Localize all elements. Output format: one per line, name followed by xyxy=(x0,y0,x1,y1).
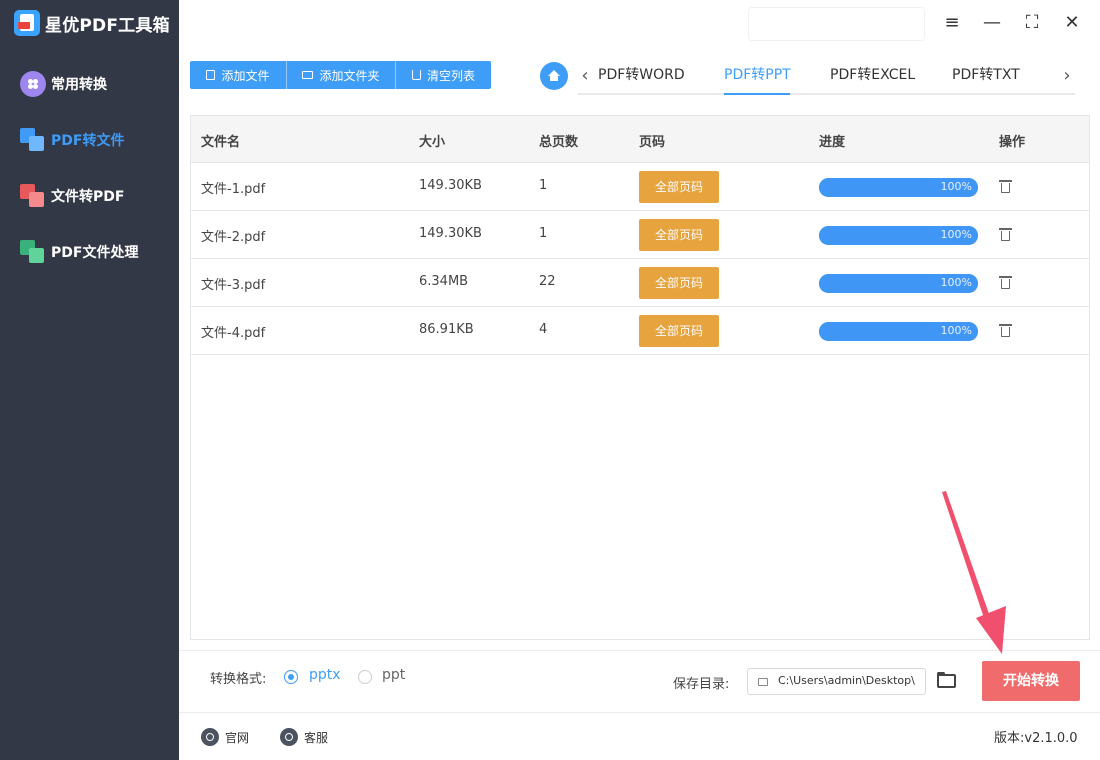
page-range-button[interactable]: 全部页码 xyxy=(639,219,719,251)
delete-icon[interactable] xyxy=(999,180,1012,193)
app-logo: 星优PDF工具箱 xyxy=(14,10,170,36)
sidebar-item-file-to-pdf[interactable]: 文件转PDF xyxy=(20,183,124,209)
cell-size: 6.34MB xyxy=(419,274,469,289)
sidebar-item-label: PDF文件处理 xyxy=(51,245,139,261)
minimize-icon[interactable]: — xyxy=(981,12,1003,34)
cell-size: 86.91KB xyxy=(419,322,474,337)
clear-list-button[interactable]: 清空列表 xyxy=(396,61,491,89)
sidebar-item-label: 文件转PDF xyxy=(51,189,125,205)
cell-filename: 文件-1.pdf xyxy=(201,182,266,197)
delete-icon[interactable] xyxy=(999,324,1012,337)
pdf-process-icon xyxy=(20,239,46,265)
radio-ppt[interactable] xyxy=(358,670,372,684)
tab-next-arrow[interactable]: › xyxy=(1059,64,1075,88)
cell-pages: 22 xyxy=(539,274,556,289)
top-search-box[interactable] xyxy=(749,8,924,40)
browser-icon xyxy=(201,728,219,746)
page-range-button[interactable]: 全部页码 xyxy=(639,315,719,347)
folder-icon xyxy=(302,71,314,79)
radio-pptx-label[interactable]: pptx xyxy=(309,667,341,683)
progress-bar: 100% xyxy=(819,274,978,293)
app-logo-icon xyxy=(14,10,40,36)
progress-bar: 100% xyxy=(819,226,978,245)
settings-icon[interactable]: ≡ xyxy=(941,12,963,34)
add-file-button[interactable]: 添加文件 xyxy=(190,61,287,89)
file-icon xyxy=(206,70,216,80)
progress-label: 100% xyxy=(940,324,972,337)
progress-label: 100% xyxy=(940,276,972,289)
page-range-button[interactable]: 全部页码 xyxy=(639,267,719,299)
radio-pptx[interactable] xyxy=(284,670,298,684)
pdf-to-file-icon xyxy=(20,127,46,153)
add-folder-button[interactable]: 添加文件夹 xyxy=(287,61,396,89)
sidebar-item-common-convert[interactable]: 常用转换 xyxy=(20,71,107,97)
page-range-button[interactable]: 全部页码 xyxy=(639,171,719,203)
clear-list-label: 清空列表 xyxy=(426,68,475,83)
file-toolbar: 添加文件 添加文件夹 清空列表 xyxy=(190,61,491,89)
active-tab-indicator xyxy=(724,93,790,95)
maximize-icon[interactable]: ⛶ xyxy=(1021,12,1043,34)
website-link[interactable]: 官网 xyxy=(201,727,249,747)
progress-bar: 100% xyxy=(819,178,978,197)
cell-filename: 文件-2.pdf xyxy=(201,230,266,245)
website-label: 官网 xyxy=(225,730,250,745)
home-button[interactable] xyxy=(540,62,568,90)
close-icon[interactable]: ✕ xyxy=(1061,12,1083,34)
header-page-range: 页码 xyxy=(639,135,666,150)
delete-icon[interactable] xyxy=(999,228,1012,241)
radio-ppt-label[interactable]: ppt xyxy=(382,667,405,683)
save-dir-label: 保存目录: xyxy=(673,677,730,692)
browse-folder-icon[interactable] xyxy=(937,672,957,689)
header-filename: 文件名 xyxy=(201,135,241,150)
cell-pages: 1 xyxy=(539,178,548,193)
sidebar-item-pdf-to-file[interactable]: PDF转文件 xyxy=(20,127,124,153)
table-row: 文件-4.pdf 86.91KB 4 全部页码 100% xyxy=(191,307,1089,355)
tab-pdf-to-ppt[interactable]: PDF转PPT xyxy=(724,64,791,88)
header-size: 大小 xyxy=(419,135,446,150)
header-pages: 总页数 xyxy=(539,135,579,150)
progress-label: 100% xyxy=(940,180,972,193)
table-row: 文件-3.pdf 6.34MB 22 全部页码 100% xyxy=(191,259,1089,307)
cell-pages: 1 xyxy=(539,226,548,241)
cell-pages: 4 xyxy=(539,322,548,337)
tab-pdf-to-txt[interactable]: PDF转TXT xyxy=(952,64,1020,88)
apps-icon xyxy=(20,71,46,97)
tab-pdf-to-excel[interactable]: PDF转EXCEL xyxy=(830,64,915,88)
sidebar-item-label: 常用转换 xyxy=(51,77,107,93)
chat-icon xyxy=(280,728,298,746)
add-file-label: 添加文件 xyxy=(221,68,270,83)
sidebar-item-pdf-process[interactable]: PDF文件处理 xyxy=(20,239,138,265)
add-folder-label: 添加文件夹 xyxy=(319,68,380,83)
tab-prev-arrow[interactable]: ‹ xyxy=(577,64,593,88)
annotation-arrow xyxy=(942,491,1006,654)
cell-size: 149.30KB xyxy=(419,178,482,193)
save-path-input[interactable]: C:\Users\admin\Desktop\ xyxy=(747,668,926,695)
support-link[interactable]: 客服 xyxy=(280,727,328,747)
progress-label: 100% xyxy=(940,228,972,241)
start-convert-button[interactable]: 开始转换 xyxy=(982,661,1080,701)
tabs-divider xyxy=(578,93,1075,95)
table-row: 文件-1.pdf 149.30KB 1 全部页码 100% xyxy=(191,163,1089,211)
version-label: 版本:v2.1.0.0 xyxy=(994,731,1078,746)
format-label: 转换格式: xyxy=(210,672,267,687)
sidebar-item-label: PDF转文件 xyxy=(51,133,125,149)
table-header: 文件名 大小 总页数 页码 进度 操作 xyxy=(191,116,1089,163)
app-title: 星优PDF工具箱 xyxy=(45,15,170,36)
header-actions: 操作 xyxy=(999,135,1026,150)
save-path-text: C:\Users\admin\Desktop\ xyxy=(778,674,915,687)
delete-icon[interactable] xyxy=(999,276,1012,289)
table-row: 文件-2.pdf 149.30KB 1 全部页码 100% xyxy=(191,211,1089,259)
cell-size: 149.30KB xyxy=(419,226,482,241)
trash-icon xyxy=(411,70,421,80)
folder-small-icon xyxy=(758,678,768,686)
header-progress: 进度 xyxy=(819,135,846,150)
progress-bar: 100% xyxy=(819,322,978,341)
cell-filename: 文件-4.pdf xyxy=(201,326,266,341)
sidebar: 星优PDF工具箱 常用转换 PDF转文件 文件转PDF PDF文件处理 xyxy=(0,0,179,760)
cell-filename: 文件-3.pdf xyxy=(201,278,266,293)
file-to-pdf-icon xyxy=(20,183,46,209)
support-label: 客服 xyxy=(304,730,329,745)
tab-pdf-to-word[interactable]: PDF转WORD xyxy=(598,64,685,88)
